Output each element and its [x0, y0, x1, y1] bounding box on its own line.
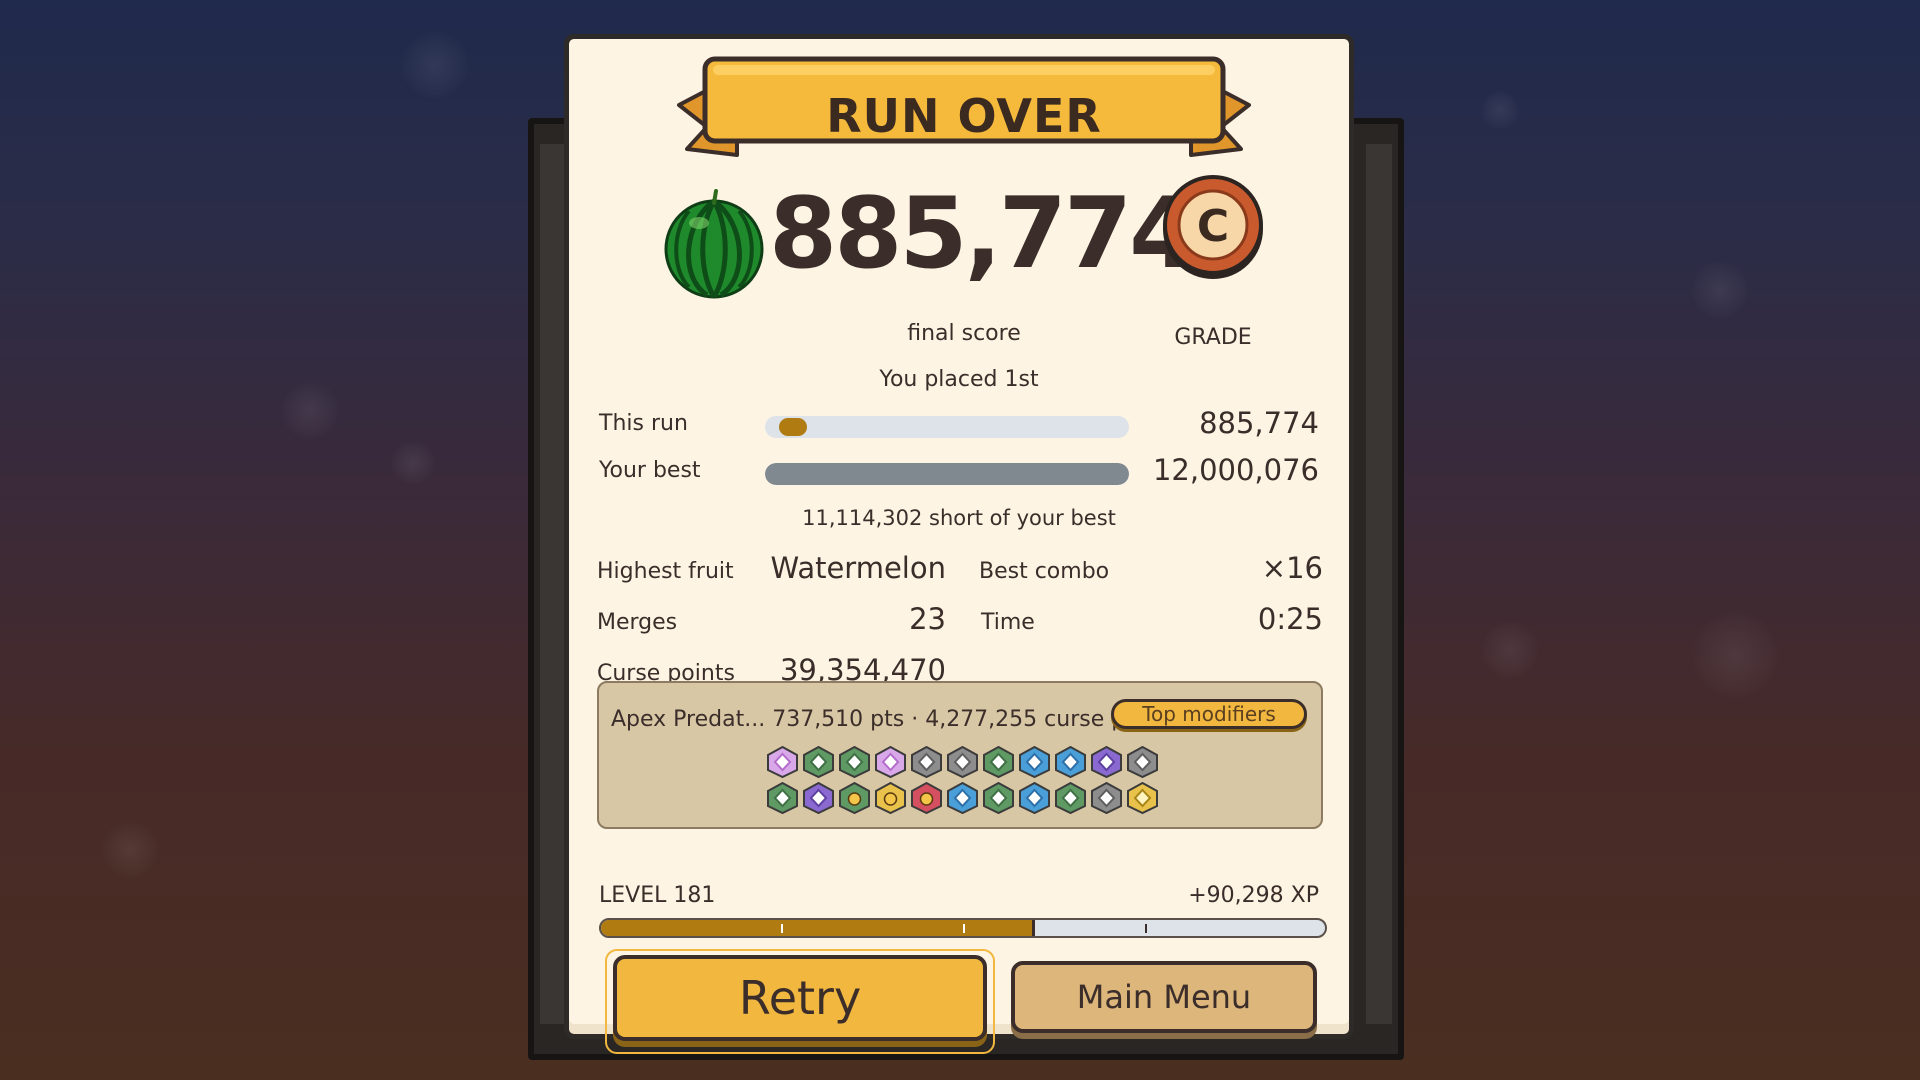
modifier-blue-icon[interactable]: [1017, 745, 1052, 783]
merges-label: Merges: [597, 610, 678, 635]
best-combo-label: Best combo: [979, 559, 1110, 584]
background-bokeh: [1690, 610, 1780, 700]
retry-button[interactable]: Retry: [613, 955, 987, 1041]
modifier-row-2: [765, 781, 1160, 819]
modifier-gold-icon[interactable]: [1125, 781, 1160, 819]
modifier-gray-icon[interactable]: [909, 745, 944, 783]
xp-tick: [963, 924, 965, 933]
grade-letter: C: [1197, 201, 1229, 252]
modifier-blue-icon[interactable]: [945, 781, 980, 819]
watermelon-icon: [659, 187, 769, 299]
highest-fruit-label: Highest fruit: [597, 559, 734, 584]
modifier-green-icon[interactable]: [801, 745, 836, 783]
modifier-gray-icon[interactable]: [945, 745, 980, 783]
short-of-best-note: 11,114,302 short of your best: [802, 506, 1116, 530]
xp-gain-label: +90,298 XP: [1188, 883, 1319, 908]
modifiers-panel: Apex Predat... 737,510 pts · 4,277,255 c…: [597, 681, 1323, 829]
modifier-blue-icon[interactable]: [1053, 745, 1088, 783]
modifier-green-icon[interactable]: [1053, 781, 1088, 819]
grade-badge: C: [1159, 173, 1267, 281]
background-bokeh: [280, 380, 340, 440]
time-label: Time: [981, 610, 1035, 635]
modifier-purple-icon[interactable]: [801, 781, 836, 819]
title-ribbon: RUN OVER: [677, 55, 1251, 165]
modifier-gold-item-icon[interactable]: [873, 781, 908, 819]
this-run-bar-fill: [779, 418, 807, 436]
background-bokeh: [400, 30, 470, 100]
this-run-label: This run: [599, 411, 688, 436]
background-bokeh: [100, 820, 160, 880]
modifier-gray-icon[interactable]: [1089, 781, 1124, 819]
modifier-row-1: [765, 745, 1160, 783]
modifier-green-item-icon[interactable]: [837, 781, 872, 819]
grade-label: GRADE: [1174, 325, 1252, 350]
page-title: RUN OVER: [826, 89, 1102, 143]
your-best-value: 12,000,076: [1152, 453, 1319, 487]
main-menu-button[interactable]: Main Menu: [1011, 961, 1317, 1033]
xp-tick: [1145, 924, 1147, 933]
modifier-green-icon[interactable]: [981, 781, 1016, 819]
retry-button-focus-ring: Retry: [605, 949, 995, 1054]
modifier-purple-icon[interactable]: [1089, 745, 1124, 783]
your-best-bar: [765, 463, 1129, 485]
modifier-green-icon[interactable]: [837, 745, 872, 783]
merges-value: 23: [909, 602, 946, 636]
top-modifier-summary: Apex Predat... 737,510 pts · 4,277,255 c…: [611, 707, 1146, 732]
this-run-bar: [765, 416, 1129, 438]
modifier-red-item-icon[interactable]: [909, 781, 944, 819]
modifier-blue-icon[interactable]: [1017, 781, 1052, 819]
background-bokeh: [390, 440, 436, 486]
run-over-panel: RUN OVER 885,774 final score C GRADE You…: [564, 34, 1354, 1054]
modifier-pink-icon[interactable]: [873, 745, 908, 783]
your-best-label: Your best: [599, 458, 701, 483]
modifier-pink-icon[interactable]: [765, 745, 800, 783]
placement-text: You placed 1st: [879, 367, 1039, 392]
final-score-value: 885,774: [769, 177, 1197, 291]
highest-fruit-value: Watermelon: [770, 551, 947, 585]
background-bokeh: [1480, 90, 1520, 130]
background-bokeh: [1690, 260, 1750, 320]
this-run-value: 885,774: [1199, 406, 1319, 440]
time-value: 0:25: [1257, 602, 1323, 636]
your-best-bar-fill: [765, 463, 1129, 485]
modifier-green-icon[interactable]: [981, 745, 1016, 783]
background-bokeh: [1480, 620, 1540, 680]
xp-progress-fill: [601, 920, 1036, 936]
xp-progress-bar: [599, 918, 1327, 938]
best-combo-value: ×16: [1261, 551, 1323, 585]
xp-tick: [781, 924, 783, 933]
modifier-green-icon[interactable]: [765, 781, 800, 819]
level-label: LEVEL 181: [599, 883, 716, 908]
top-modifiers-button[interactable]: Top modifiers: [1111, 699, 1307, 729]
modifier-gray-icon[interactable]: [1125, 745, 1160, 783]
final-score-label: final score: [907, 321, 1021, 346]
